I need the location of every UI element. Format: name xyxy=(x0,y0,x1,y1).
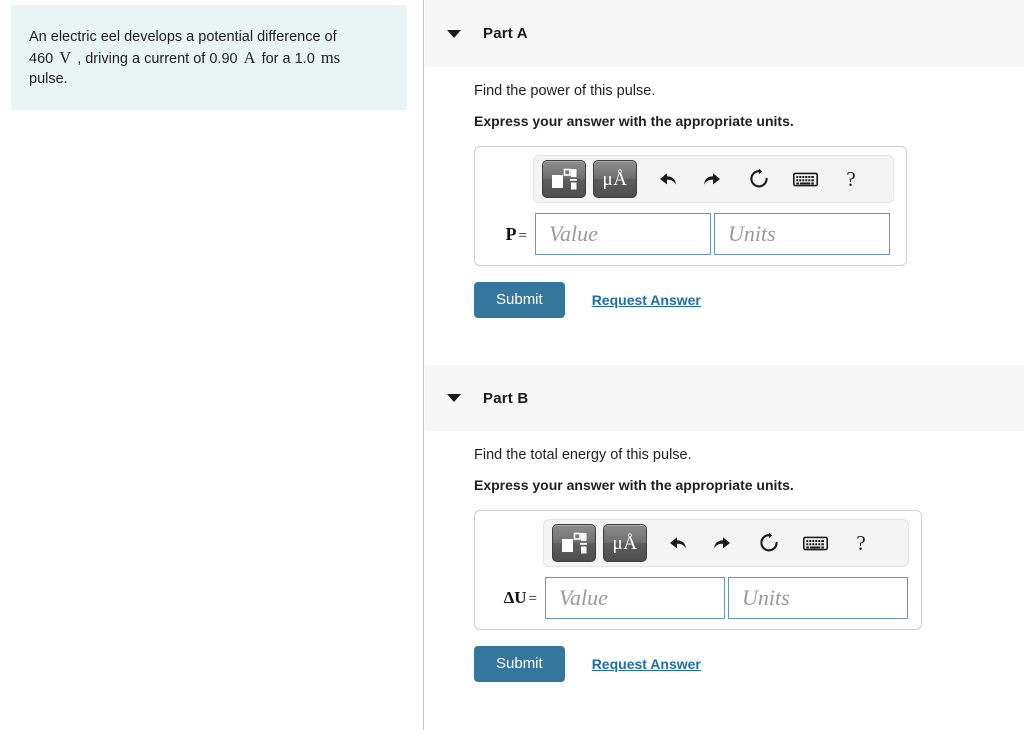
part-a-equals: = xyxy=(518,227,527,244)
part-a-actions: Submit Request Answer xyxy=(474,282,1024,318)
problem-statement-text: An electric eel develops a potential dif… xyxy=(29,27,389,90)
part-b-section: Part B Find the total energy of this pul… xyxy=(425,365,1024,682)
problem-line-2-mid: , driving a current of 0.90 xyxy=(77,50,238,67)
part-b-instruction: Express your answer with the appropriate… xyxy=(474,477,794,493)
undo-arrow-icon[interactable] xyxy=(644,161,690,197)
problem-line-1: An electric eel develops a potential dif… xyxy=(29,29,337,45)
keyboard-icon[interactable] xyxy=(782,161,828,197)
part-a-units-input[interactable] xyxy=(714,213,890,255)
undo-arrow-icon[interactable] xyxy=(654,525,700,561)
part-a-variable-label: P = xyxy=(483,224,535,245)
math-template-icon[interactable] xyxy=(542,160,586,198)
problem-line-2-tail: for a 1.0 xyxy=(261,50,315,67)
redo-arrow-icon[interactable] xyxy=(690,161,736,197)
part-b-prompt: Find the total energy of this pulse. xyxy=(474,447,692,463)
collapse-caret-icon[interactable] xyxy=(447,394,461,402)
parts-pane: Part A Find the power of this pulse. Exp… xyxy=(425,0,1024,730)
part-a-title: Part A xyxy=(483,25,528,42)
keyboard-icon[interactable] xyxy=(792,525,838,561)
part-b-header[interactable]: Part B xyxy=(425,365,1024,431)
part-a-header[interactable]: Part A xyxy=(425,0,1024,67)
unit-ampere: A xyxy=(243,47,256,67)
part-a-body: Find the power of this pulse. Express yo… xyxy=(425,67,1024,318)
assignment-page: An electric eel develops a potential dif… xyxy=(0,0,1024,730)
part-b-body: Find the total energy of this pulse. Exp… xyxy=(425,431,1024,682)
part-b-variable-label: ΔU = xyxy=(483,588,545,608)
part-b-answer-box: μÅ ? ΔU = Value Units xyxy=(474,510,922,630)
part-b-toolbar: μÅ ? xyxy=(543,519,909,567)
part-b-submit-button[interactable]: Submit xyxy=(474,646,565,682)
unit-millisecond: ms xyxy=(320,47,341,67)
part-a-section: Part A Find the power of this pulse. Exp… xyxy=(425,0,1024,318)
units-mu-angstrom-icon[interactable]: μÅ xyxy=(603,524,647,562)
part-a-field-row: P = xyxy=(483,213,896,255)
problem-line-3: pulse. xyxy=(29,71,68,87)
problem-pane: An electric eel develops a potential dif… xyxy=(0,0,424,730)
part-b-units-input[interactable] xyxy=(728,577,908,619)
help-icon[interactable]: ? xyxy=(828,161,874,197)
problem-voltage-number: 460 xyxy=(29,50,54,67)
unit-volt: V xyxy=(59,47,72,67)
reset-circle-icon[interactable] xyxy=(736,161,782,197)
part-a-answer-box: μÅ ? P = Value Units xyxy=(474,146,907,266)
part-a-request-answer-link[interactable]: Request Answer xyxy=(592,292,701,308)
redo-arrow-icon[interactable] xyxy=(700,525,746,561)
math-template-icon[interactable] xyxy=(552,524,596,562)
part-b-variable: ΔU xyxy=(503,588,527,607)
part-b-value-input[interactable] xyxy=(545,577,725,619)
part-b-request-answer-link[interactable]: Request Answer xyxy=(592,656,701,672)
part-b-title: Part B xyxy=(483,389,529,407)
part-b-actions: Submit Request Answer xyxy=(474,646,1024,682)
part-a-toolbar: μÅ ? xyxy=(533,155,894,203)
part-b-field-row: ΔU = xyxy=(483,577,911,619)
part-a-value-input[interactable] xyxy=(535,213,711,255)
part-a-variable: P xyxy=(505,223,517,244)
units-mu-angstrom-icon[interactable]: μÅ xyxy=(593,160,637,198)
problem-statement-card: An electric eel develops a potential dif… xyxy=(11,5,407,110)
collapse-caret-icon[interactable] xyxy=(447,29,461,38)
reset-circle-icon[interactable] xyxy=(746,525,792,561)
part-a-submit-button[interactable]: Submit xyxy=(474,282,565,318)
part-a-prompt: Find the power of this pulse. xyxy=(474,83,656,99)
help-icon[interactable]: ? xyxy=(838,525,884,561)
part-a-instruction: Express your answer with the appropriate… xyxy=(474,113,794,129)
part-b-equals: = xyxy=(528,591,537,607)
